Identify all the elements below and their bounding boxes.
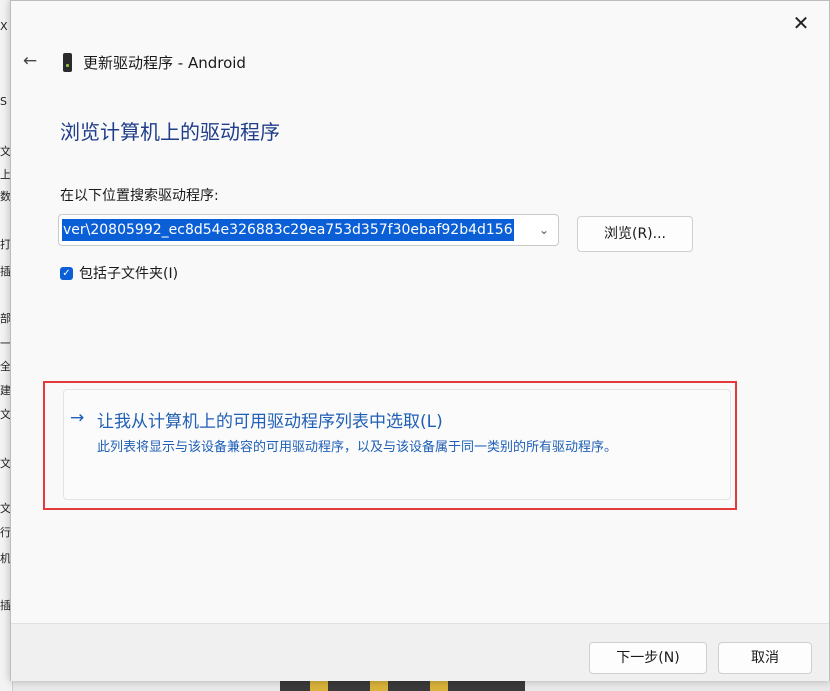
page-heading: 浏览计算机上的驱动程序 — [60, 120, 280, 144]
chevron-down-icon[interactable]: ⌄ — [536, 221, 552, 239]
include-subfolders-label: 包括子文件夹(I) — [79, 266, 179, 282]
browse-button[interactable]: 浏览(R)... — [577, 216, 693, 252]
close-icon[interactable]: ✕ — [787, 9, 815, 37]
annotation-highlight-box — [43, 381, 737, 510]
checkbox-checked-icon[interactable]: ✓ — [60, 266, 73, 280]
window-title: 更新驱动程序 - Android — [83, 54, 246, 72]
cancel-button[interactable]: 取消 — [718, 642, 812, 674]
android-device-icon — [63, 53, 72, 72]
driver-path-input[interactable]: ver\20805992_ec8d54e326883c29ea753d357f3… — [62, 219, 514, 241]
search-location-label: 在以下位置搜索驱动程序: — [60, 188, 219, 204]
include-subfolders-checkbox[interactable]: ✓ 包括子文件夹(I) — [60, 263, 178, 283]
driver-path-combobox[interactable]: ver\20805992_ec8d54e326883c29ea753d357f3… — [58, 214, 559, 246]
back-arrow-icon[interactable]: ← — [17, 49, 43, 73]
next-button[interactable]: 下一步(N) — [589, 642, 707, 674]
update-driver-dialog: ✕ ← 更新驱动程序 - Android 浏览计算机上的驱动程序 在以下位置搜索… — [10, 0, 830, 681]
